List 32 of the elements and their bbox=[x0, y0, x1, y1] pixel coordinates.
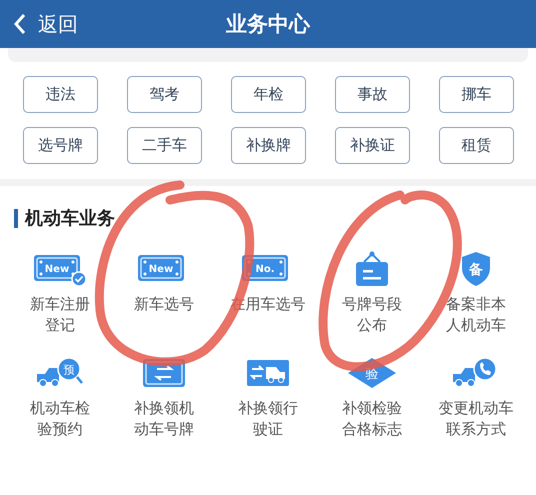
service-button[interactable]: 挪车 bbox=[439, 76, 514, 113]
back-icon bbox=[12, 13, 28, 35]
service-label[interactable]: 备案非本 bbox=[446, 294, 506, 315]
back-button[interactable]: 返回 bbox=[0, 10, 78, 38]
service-button[interactable]: 选号牌 bbox=[23, 127, 98, 164]
service-label[interactable]: 变更机动车 bbox=[438, 398, 514, 419]
service-label[interactable]: 联系方式 bbox=[446, 419, 506, 440]
service-label[interactable]: 人机动车 bbox=[446, 315, 506, 336]
service-label[interactable]: 号牌号段 bbox=[342, 294, 402, 315]
service-button[interactable]: 事故 bbox=[335, 76, 410, 113]
service-label[interactable]: 补换领行 bbox=[238, 398, 298, 419]
service-label[interactable]: 动车号牌 bbox=[134, 419, 194, 440]
service-label[interactable]: 登记 bbox=[45, 315, 75, 336]
service-button[interactable]: 违法 bbox=[23, 76, 98, 113]
service-button[interactable]: 年检 bbox=[231, 76, 306, 113]
service-button[interactable]: 租赁 bbox=[439, 127, 514, 164]
service-label[interactable]: 新车注册 bbox=[30, 294, 90, 315]
service-label[interactable]: 公布 bbox=[357, 315, 387, 336]
service-label[interactable]: 机动车检 bbox=[30, 398, 90, 419]
section-title: 机动车业务 bbox=[25, 207, 115, 230]
service-label[interactable]: 新车选号 bbox=[134, 294, 194, 315]
service-button[interactable]: 补换牌 bbox=[231, 127, 306, 164]
service-button[interactable]: 驾考 bbox=[127, 76, 202, 113]
service-button[interactable]: 补换证 bbox=[335, 127, 410, 164]
page-title: 业务中心 bbox=[226, 11, 310, 38]
service-label[interactable]: 补换领机 bbox=[134, 398, 194, 419]
service-button[interactable]: 二手车 bbox=[127, 127, 202, 164]
service-label[interactable]: 驶证 bbox=[253, 419, 283, 440]
service-label[interactable]: 验预约 bbox=[38, 419, 82, 440]
service-label[interactable]: 补领检验 bbox=[342, 398, 402, 419]
service-label[interactable]: 合格标志 bbox=[342, 419, 402, 440]
section-marker bbox=[14, 208, 18, 228]
